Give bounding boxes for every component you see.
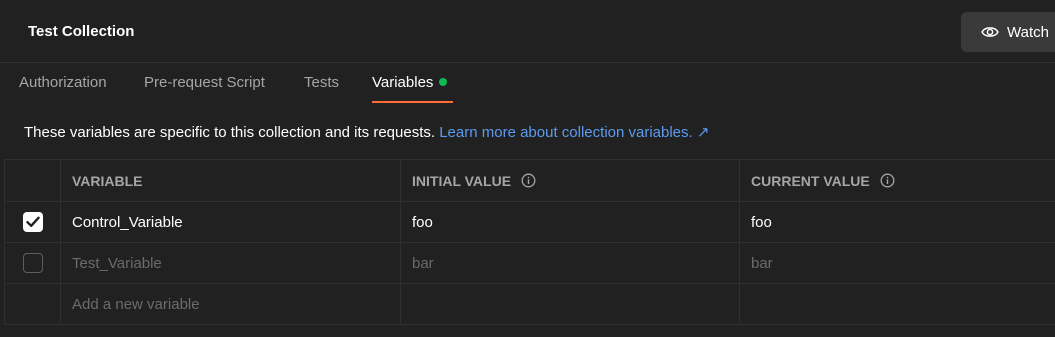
current-value-cell[interactable]: foo (739, 202, 1055, 242)
modified-dot-icon (439, 78, 448, 86)
info-text: These variables are specific to this col… (24, 123, 709, 141)
current-value-column-header: CURRENT VALUE (739, 160, 1055, 201)
table-row: Control_Variable foo foo (4, 202, 1055, 243)
variables-table: VARIABLE INITIAL VALUE CURRENT VALUE Con… (4, 159, 1055, 325)
collection-title: Test Collection (28, 23, 135, 40)
watch-button[interactable]: Watch (961, 12, 1055, 52)
initial-value-cell[interactable]: foo (400, 202, 739, 242)
tab-variables[interactable]: Variables (372, 74, 448, 91)
add-variable-input[interactable]: Add a new variable (60, 284, 400, 324)
table-header-row: VARIABLE INITIAL VALUE CURRENT VALUE (4, 160, 1055, 202)
row-checkbox-unchecked[interactable] (22, 253, 43, 273)
variable-name-cell[interactable]: Test_Variable (60, 243, 400, 283)
info-icon[interactable] (880, 173, 895, 188)
tab-authorization[interactable]: Authorization (19, 74, 107, 91)
new-initial-value-cell[interactable] (400, 284, 739, 324)
variable-name-cell[interactable]: Control_Variable (60, 202, 400, 242)
initial-value-column-header: INITIAL VALUE (400, 160, 739, 201)
initial-value-cell[interactable]: bar (400, 243, 739, 283)
current-value-cell[interactable]: bar (739, 243, 1055, 283)
new-current-value-cell[interactable] (739, 284, 1055, 324)
select-column-header (4, 160, 60, 201)
tab-pre-request-script[interactable]: Pre-request Script (144, 74, 265, 91)
eye-icon (981, 25, 999, 39)
tab-variables-label: Variables (372, 74, 434, 91)
info-description: These variables are specific to this col… (24, 124, 436, 141)
variable-column-header: VARIABLE (60, 160, 400, 201)
tab-tests[interactable]: Tests (304, 74, 339, 91)
watch-label: Watch (1007, 23, 1049, 41)
learn-more-link[interactable]: Learn more about collection variables. ↗ (439, 124, 709, 141)
tab-bar: Authorization Pre-request Script Tests V… (0, 63, 1055, 105)
new-variable-row: Add a new variable (4, 284, 1055, 325)
check-icon (25, 216, 40, 227)
active-tab-indicator (372, 101, 453, 103)
collection-header: Test Collection Watch (0, 0, 1055, 63)
info-icon[interactable] (521, 173, 536, 188)
row-checkbox-checked[interactable] (22, 212, 43, 232)
table-row: Test_Variable bar bar (4, 243, 1055, 284)
